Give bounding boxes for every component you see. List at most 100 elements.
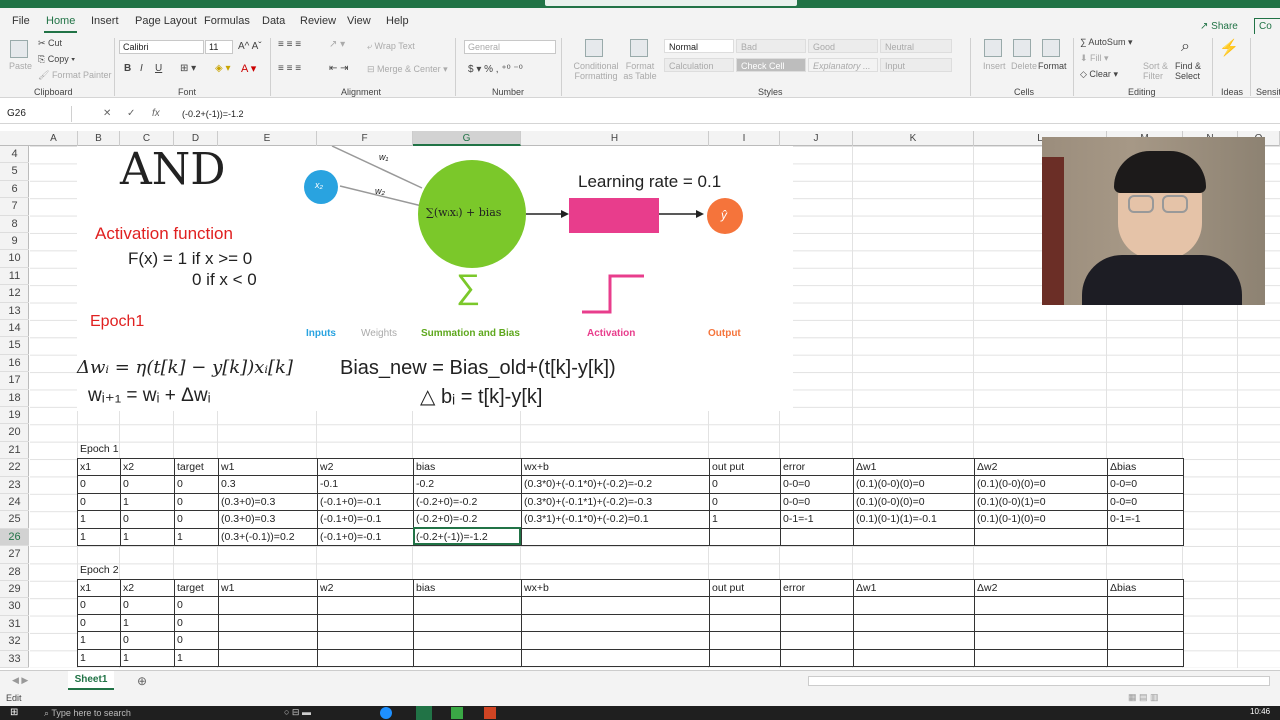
row-header[interactable]: 17 [0, 372, 29, 390]
font-name-select[interactable]: Calibri [119, 40, 204, 54]
table-header-cell[interactable]: out put [709, 582, 744, 594]
column-header[interactable]: A [30, 131, 78, 146]
row-header[interactable]: 31 [0, 616, 29, 634]
powerpoint-icon[interactable] [484, 707, 496, 719]
paste-icon[interactable] [10, 40, 28, 58]
number-format-select[interactable]: General [464, 40, 556, 54]
formula-input[interactable]: (-0.2+(-1))=-1.2 [182, 109, 244, 119]
fill-button[interactable]: ⬇ Fill ▾ [1080, 53, 1109, 64]
clear-button[interactable]: ◇ Clear ▾ [1080, 69, 1118, 80]
row-header[interactable]: 33 [0, 651, 29, 668]
column-header[interactable]: K [853, 131, 974, 146]
row-header[interactable]: 32 [0, 633, 29, 651]
table-cell[interactable]: 0 [174, 478, 183, 490]
view-buttons-icon[interactable]: ▦ ▤ ▥ [1128, 692, 1159, 703]
table-header-cell[interactable]: w1 [218, 461, 234, 473]
table-header-cell[interactable]: Δbias [1107, 461, 1136, 473]
table-cell[interactable]: 0 [709, 478, 718, 490]
font-color-icon[interactable]: A ▾ [241, 62, 256, 75]
row-header[interactable]: 27 [0, 546, 29, 564]
row-header[interactable]: 21 [0, 442, 29, 460]
table-cell[interactable]: 0-0=0 [1107, 496, 1137, 508]
orientation-icon[interactable]: ↗ ▾ [329, 39, 345, 50]
table-cell[interactable]: 0 [120, 634, 129, 646]
tab-view[interactable]: View [347, 15, 371, 27]
align-top-icon[interactable]: ≡ ≡ ≡ [278, 39, 301, 50]
table-cell[interactable]: 0 [120, 513, 129, 525]
table-header-cell[interactable]: error [780, 582, 805, 594]
format-as-table-icon[interactable] [630, 39, 648, 57]
excel-icon[interactable] [416, 706, 432, 720]
italic-button[interactable]: I [140, 63, 143, 74]
find-select-icon[interactable]: ⌕ [1181, 38, 1190, 56]
table-cell[interactable]: 0-1=-1 [780, 513, 814, 525]
sheet-tab-sheet1[interactable]: Sheet1 [68, 671, 114, 690]
table-cell[interactable]: 1 [174, 652, 183, 664]
ideas-icon[interactable]: ⚡ [1219, 38, 1239, 58]
table-cell[interactable]: (0.3+0)=0.3 [218, 513, 275, 525]
indent-icon[interactable]: ⇤ ⇥ [329, 63, 349, 74]
table-cell[interactable]: (0.1)(0-0)(0)=0 [853, 478, 925, 490]
table-cell[interactable]: 1 [77, 531, 86, 543]
cut-button[interactable]: ✂ Cut [38, 38, 62, 49]
epoch1-title[interactable]: Epoch 1 [77, 443, 119, 455]
column-header[interactable]: F [317, 131, 413, 146]
autosum-button[interactable]: ∑ AutoSum ▾ [1080, 37, 1132, 48]
enter-icon[interactable]: ✓ [127, 108, 135, 119]
row-header[interactable]: 9 [0, 233, 29, 251]
column-header[interactable]: I [709, 131, 780, 146]
table-cell[interactable]: 0 [77, 478, 86, 490]
table-cell[interactable]: 1 [120, 617, 129, 629]
table-cell[interactable]: 0.3 [218, 478, 236, 490]
scroll-left-icon[interactable]: ◀ ▶ [12, 675, 28, 686]
table-cell[interactable]: -0.1 [317, 478, 338, 490]
format-cells-icon[interactable] [1042, 39, 1060, 57]
style-bad[interactable]: Bad [736, 39, 806, 53]
table-header-cell[interactable]: Δw2 [974, 461, 997, 473]
table-cell[interactable]: 0 [709, 496, 718, 508]
table-cell[interactable]: 0 [120, 599, 129, 611]
row-header[interactable]: 18 [0, 390, 29, 407]
bold-button[interactable]: B [124, 63, 131, 74]
column-header[interactable]: H [521, 131, 709, 146]
epoch2-title[interactable]: Epoch 2 [77, 564, 119, 576]
table-header-cell[interactable]: wx+b [521, 461, 549, 473]
table-cell[interactable]: 1 [120, 652, 129, 664]
table-header-cell[interactable]: target [174, 461, 204, 473]
merge-center-button[interactable]: ⊟ Merge & Center ▾ [367, 64, 448, 75]
table-cell[interactable]: 0-0=0 [1107, 478, 1137, 490]
align-left-icon[interactable]: ≡ ≡ ≡ [278, 63, 301, 74]
share-button[interactable]: ↗ Share [1200, 21, 1238, 32]
column-header[interactable]: J [780, 131, 853, 146]
table-cell[interactable]: 0 [77, 496, 86, 508]
table-header-cell[interactable]: x2 [120, 461, 134, 473]
row-header[interactable]: 11 [0, 268, 29, 286]
table-header-cell[interactable]: x1 [77, 582, 91, 594]
row-header[interactable]: 22 [0, 459, 29, 477]
table-cell[interactable]: 0 [174, 617, 183, 629]
table-cell[interactable]: 0 [77, 599, 86, 611]
conditional-formatting-button[interactable]: Conditional Formatting [572, 61, 620, 81]
row-header[interactable]: 8 [0, 216, 29, 233]
table-cell[interactable]: 0-0=0 [780, 478, 810, 490]
tab-help[interactable]: Help [386, 15, 409, 27]
table-header-cell[interactable]: wx+b [521, 582, 549, 594]
table-cell[interactable]: (0.1)(0-0)(0)=0 [853, 496, 925, 508]
style-input[interactable]: Input [880, 58, 952, 72]
wrap-text-button[interactable]: ⤶ Wrap Text [367, 41, 415, 52]
underline-button[interactable]: U [155, 63, 162, 74]
table-cell[interactable]: 0 [174, 496, 183, 508]
row-header[interactable]: 14 [0, 320, 29, 338]
tab-file[interactable]: File [12, 15, 30, 27]
table-cell[interactable]: (0.1)(0-1)(1)=-0.1 [853, 513, 937, 525]
table-cell[interactable]: (0.3*0)+(-0.1*0)+(-0.2)=-0.2 [521, 478, 652, 490]
row-header[interactable]: 28 [0, 564, 29, 581]
tab-page-layout[interactable]: Page Layout [135, 15, 197, 27]
table-cell[interactable]: 1 [120, 531, 129, 543]
row-header[interactable]: 24 [0, 494, 29, 512]
horizontal-scrollbar[interactable] [808, 676, 1270, 686]
style-explanatory[interactable]: Explanatory ... [808, 58, 878, 72]
table-cell[interactable]: (0.1)(0-0)(1)=0 [974, 496, 1046, 508]
grow-font-icon[interactable]: A^ Aˇ [238, 41, 262, 52]
style-normal[interactable]: Normal [664, 39, 734, 53]
